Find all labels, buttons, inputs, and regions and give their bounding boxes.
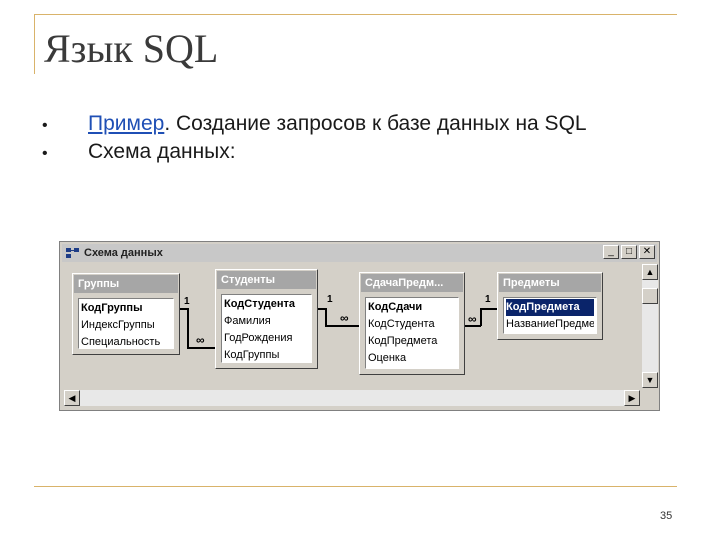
left-rule [34,14,35,74]
field-list[interactable]: КодСдачи КодСтудента КодПредмета Оценка [365,297,459,369]
field-item[interactable]: КодСдачи [368,299,456,316]
field-list[interactable]: КодГруппы ИндексГруппы Специальность [78,298,174,349]
top-rule [34,14,677,15]
minimize-button[interactable]: _ [603,245,619,259]
vertical-scroll-thumb[interactable] [642,288,658,304]
relation-many-label: ∞ [468,312,477,326]
slide-title: Язык SQL [44,26,219,71]
table-title[interactable]: Предметы [499,274,601,292]
relation-line[interactable] [187,347,215,349]
horizontal-scrollbar[interactable]: ◀ ▶ [64,390,640,406]
scroll-left-button[interactable]: ◀ [64,390,80,406]
table-students[interactable]: Студенты КодСтудента Фамилия ГодРождения… [215,269,318,369]
window-title: Схема данных [84,247,163,259]
relation-one-label: 1 [485,294,491,305]
window-titlebar[interactable]: Схема данных _ □ ✕ [62,244,657,262]
relation-many-label: ∞ [196,333,205,347]
field-item[interactable]: КодСтудента [368,316,456,333]
relation-line[interactable] [187,308,189,348]
maximize-button[interactable]: □ [621,245,637,259]
field-list[interactable]: КодПредмета НазваниеПредме [503,297,597,334]
close-button[interactable]: ✕ [639,245,655,259]
relationships-canvas[interactable]: Группы КодГруппы ИндексГруппы Специально… [64,264,640,388]
relation-many-label: ∞ [340,311,349,325]
table-title[interactable]: Студенты [217,271,316,289]
table-subjects[interactable]: Предметы КодПредмета НазваниеПредме [497,272,603,340]
field-item[interactable]: КодСтудента [224,296,309,313]
bullet-item: • Пример. Создание запросов к базе данны… [42,112,587,140]
relation-line[interactable] [325,325,359,327]
vertical-scrollbar[interactable]: ▲ ▼ [642,264,658,388]
relationships-icon [66,247,80,259]
field-item[interactable]: Оценка [368,350,456,367]
relation-line[interactable] [480,308,482,326]
relationships-window: Схема данных _ □ ✕ Группы КодГруппы Инде… [59,241,660,411]
example-link[interactable]: Пример [88,112,164,135]
scroll-up-button[interactable]: ▲ [642,264,658,280]
table-title[interactable]: СдачаПредм... [361,274,463,292]
field-item[interactable]: КодГруппы [224,347,309,362]
field-item[interactable]: КодПредмета [368,333,456,350]
field-item-selected[interactable]: КодПредмета [505,298,595,317]
relation-line[interactable] [325,308,327,326]
relation-one-label: 1 [327,294,333,305]
scrollbar-corner [642,390,658,406]
table-title[interactable]: Группы [74,275,178,293]
bottom-rule [34,486,677,487]
field-item[interactable]: Специальность [81,334,171,348]
field-item[interactable]: ГодРождения [224,330,309,347]
scroll-down-button[interactable]: ▼ [642,372,658,388]
scroll-right-button[interactable]: ▶ [624,390,640,406]
bullet-dot: • [42,117,48,134]
field-item[interactable]: НазваниеПредме [506,316,594,333]
bullet-text: Схема данных: [88,140,236,163]
bullet-item: • Схема данных: [42,140,587,168]
field-list[interactable]: КодСтудента Фамилия ГодРождения КодГрупп… [221,294,312,363]
field-item[interactable]: ИндексГруппы [81,317,171,334]
table-groups[interactable]: Группы КодГруппы ИндексГруппы Специально… [72,273,180,355]
field-item[interactable]: КодГруппы [81,300,171,317]
relation-line[interactable] [481,308,497,310]
bullet-list: • Пример. Создание запросов к базе данны… [42,112,587,168]
bullet-dot: • [42,145,48,162]
bullet-text: . Создание запросов к базе данных на SQL [164,112,587,135]
page-number: 35 [660,510,673,522]
relation-one-label: 1 [184,296,190,307]
field-item[interactable]: Фамилия [224,313,309,330]
table-exams[interactable]: СдачаПредм... КодСдачи КодСтудента КодПр… [359,272,465,375]
